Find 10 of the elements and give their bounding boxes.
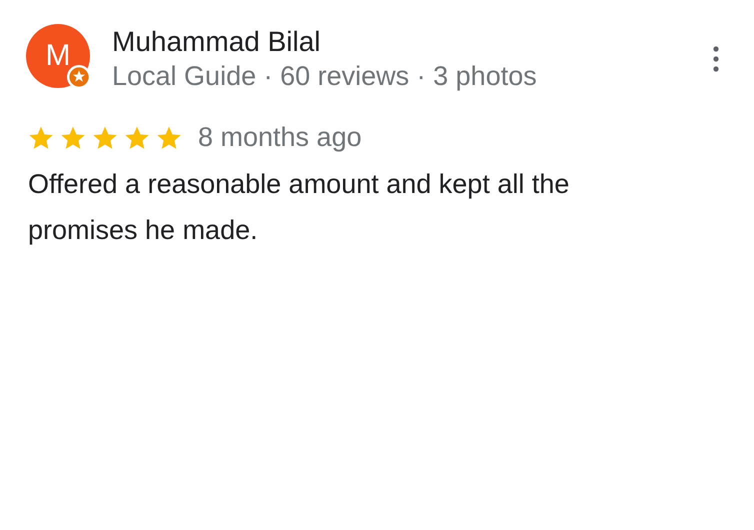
reviewer-name[interactable]: Muhammad Bilal [112, 26, 713, 58]
star-icon [60, 124, 86, 150]
review-time: 8 months ago [198, 122, 362, 153]
star-icon [92, 124, 118, 150]
more-options-icon[interactable] [713, 46, 719, 72]
star-icon [156, 124, 182, 150]
star-icon [28, 124, 54, 150]
review-text: Offered a reasonable amount and kept all the promises he made. [28, 168, 570, 247]
star-icon [124, 124, 150, 150]
reviewer-meta: Local Guide · 60 reviews · 3 photos [112, 60, 538, 93]
